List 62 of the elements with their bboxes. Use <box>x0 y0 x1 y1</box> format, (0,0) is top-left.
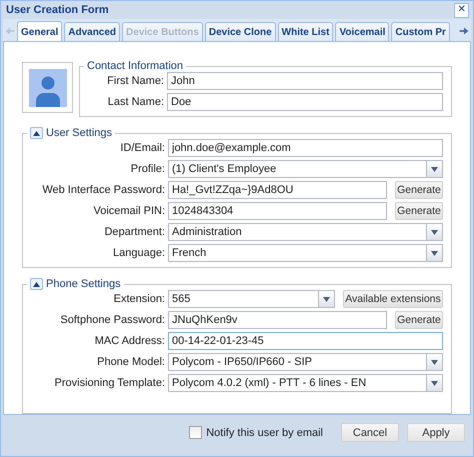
field-label: Softphone Password: <box>59 314 165 326</box>
input-field[interactable]: 1024843304 <box>168 202 387 220</box>
field-label: Last Name: <box>106 96 164 108</box>
field-label: Phone Model: <box>96 356 165 368</box>
field-label: First Name: <box>106 75 164 87</box>
caret-icon <box>431 166 438 172</box>
collapse-button[interactable] <box>30 127 43 139</box>
dropdown[interactable]: Administration <box>168 223 443 241</box>
caret-icon <box>431 250 438 256</box>
dropdown[interactable]: French <box>168 244 443 262</box>
tab[interactable]: General <box>17 21 62 41</box>
tab[interactable]: Voicemail <box>335 22 390 41</box>
dropdown-trigger[interactable] <box>426 354 442 370</box>
dropdown[interactable]: 565 <box>168 290 335 308</box>
avatar-icon <box>28 68 66 106</box>
action-button[interactable]: Available extensions <box>343 290 443 308</box>
caret-icon <box>33 282 40 286</box>
footer-button[interactable]: Apply <box>407 423 465 442</box>
dropdown-trigger[interactable] <box>426 224 442 240</box>
window-title: User Creation Form <box>6 4 109 16</box>
dropdown-trigger[interactable] <box>426 161 442 177</box>
input-field[interactable]: Ha!_Gvt!ZZqa~}9Ad8OU <box>168 181 387 199</box>
caret-icon <box>33 130 40 136</box>
dropdown[interactable]: (1) Client's Employee <box>168 160 443 178</box>
caret-icon <box>431 230 438 234</box>
dropdown-trigger[interactable] <box>318 291 334 307</box>
input-field[interactable]: Doe <box>167 93 443 111</box>
input-field[interactable]: JNuQhKen9v <box>168 311 387 329</box>
caret-icon <box>431 360 438 364</box>
dropdown[interactable]: Polycom - IP650/IP660 - SIP <box>168 353 443 371</box>
tab[interactable]: White List <box>278 22 334 41</box>
dropdown-trigger[interactable] <box>426 375 442 391</box>
caret-icon <box>431 380 438 386</box>
field-label: Provisioning Template: <box>54 377 165 389</box>
section-title: Contact Information <box>87 60 183 72</box>
checkbox-label: Notify this user by email <box>206 426 323 438</box>
field-label: Web Interface Password: <box>41 184 165 196</box>
field-label: Language: <box>112 247 165 259</box>
field-label: Profile: <box>130 163 165 175</box>
section-title: User Settings <box>46 127 112 139</box>
action-button[interactable]: Generate <box>395 202 443 220</box>
input-field[interactable]: 00-14-22-01-23-45 <box>168 332 443 350</box>
caret-icon <box>323 296 330 302</box>
field-label: ID/Email: <box>119 142 165 154</box>
dropdown-trigger[interactable] <box>426 245 442 261</box>
tab[interactable]: Advanced <box>64 22 120 41</box>
tab[interactable]: Custom Pr <box>391 22 450 41</box>
collapse-button[interactable] <box>30 278 43 290</box>
field-label: MAC Address: <box>94 335 165 347</box>
dropdown[interactable]: Polycom 4.0.2 (xml) - PTT - 6 lines - EN <box>168 374 443 392</box>
input-field[interactable]: John <box>167 72 443 90</box>
footer-button[interactable]: Cancel <box>341 423 399 442</box>
close-button[interactable]: ✕ <box>454 2 469 18</box>
field-label: Department: <box>103 226 165 238</box>
action-button[interactable]: Generate <box>395 311 443 329</box>
input-field[interactable]: john.doe@example.com <box>168 139 443 157</box>
field-label: Extension: <box>112 293 165 305</box>
section-title: Phone Settings <box>46 278 121 290</box>
tab[interactable]: Device Clone <box>204 22 276 41</box>
action-button[interactable]: Generate <box>395 181 443 199</box>
field-label: Voicemail PIN: <box>92 205 165 217</box>
checkbox[interactable] <box>189 426 202 439</box>
